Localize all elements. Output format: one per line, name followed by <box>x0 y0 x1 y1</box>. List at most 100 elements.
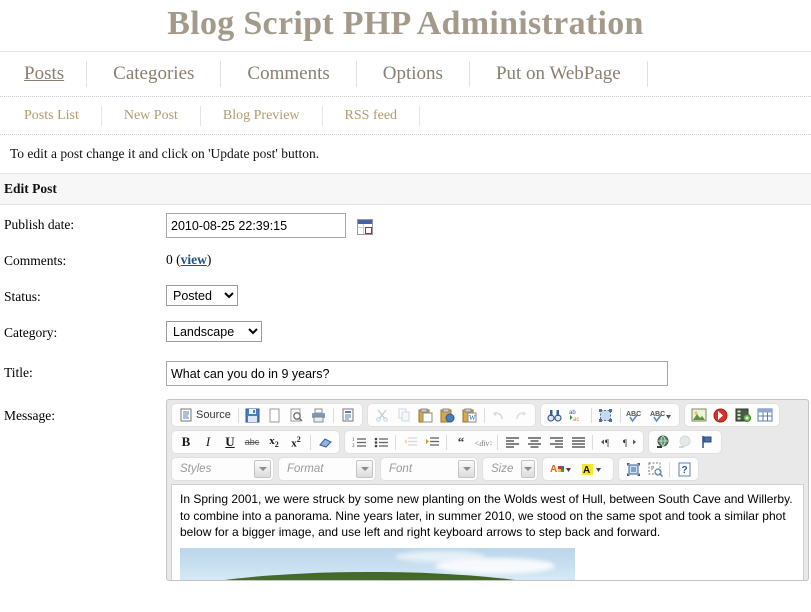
align-center-icon[interactable] <box>523 432 545 452</box>
subnav-item-posts-list[interactable]: Posts List <box>18 105 102 126</box>
toolbar-group-links <box>648 430 722 454</box>
text-direction-rtl-icon[interactable]: ¶ <box>618 432 640 452</box>
text-direction-ltr-icon[interactable]: ¶ <box>596 432 618 452</box>
eraser-icon[interactable] <box>314 432 336 452</box>
paste-text-icon[interactable] <box>437 405 459 425</box>
subnav-item-rss-feed[interactable]: RSS feed <box>323 105 421 126</box>
image-icon[interactable] <box>688 405 710 425</box>
link-icon[interactable] <box>652 432 674 452</box>
save-icon[interactable] <box>242 405 264 425</box>
spellcheck-icon[interactable]: ABC <box>624 405 646 425</box>
svg-text:ABC: ABC <box>650 411 665 418</box>
editor-paragraph-line-1: In Spring 2001, we were struck by some n… <box>180 492 793 506</box>
subnav-item-blog-preview[interactable]: Blog Preview <box>201 105 323 126</box>
toolbar-group-tools: P ? <box>618 457 699 481</box>
underline-label: U <box>225 434 235 449</box>
editor-inline-photo[interactable] <box>180 547 575 580</box>
post-title-input[interactable] <box>166 361 668 386</box>
align-left-icon[interactable] <box>501 432 523 452</box>
svg-text:?: ? <box>681 465 687 476</box>
page-title: Blog Script PHP Administration <box>167 5 644 42</box>
media-icon[interactable] <box>732 405 754 425</box>
bg-color-icon[interactable]: A <box>578 459 610 479</box>
flash-icon[interactable] <box>710 405 732 425</box>
styles-dropdown-label: Styles <box>180 463 212 475</box>
status-label: Status: <box>4 289 41 304</box>
chevron-down-icon <box>521 460 535 478</box>
toolbar-separator <box>497 434 498 450</box>
svg-text:<div>: <div> <box>474 439 492 448</box>
copy-icon[interactable] <box>393 405 415 425</box>
paste-word-icon[interactable]: W <box>459 405 481 425</box>
show-blocks-icon[interactable]: P <box>644 459 666 479</box>
toolbar-group-editing: ab ac ABC ABC <box>539 403 680 427</box>
nav-item-posts[interactable]: Posts <box>18 61 88 87</box>
editor-toolbar-row-1: Source W ab ac ABC ABC <box>171 403 804 427</box>
editor-toolbar-row-3: Styles Format Font Size A A P ? <box>171 457 804 481</box>
toolbar-separator <box>619 407 621 423</box>
comments-count: 0 <box>166 252 173 267</box>
select-all-icon[interactable] <box>595 405 617 425</box>
new-page-icon[interactable] <box>264 405 286 425</box>
chevron-down-icon <box>458 460 475 478</box>
binoculars-icon[interactable] <box>544 405 566 425</box>
size-dropdown[interactable]: Size <box>482 457 538 481</box>
subscript-icon[interactable]: x2 <box>263 432 285 452</box>
preview-icon[interactable] <box>286 405 308 425</box>
nav-item-options[interactable]: Options <box>357 61 470 87</box>
blockquote-icon[interactable]: “ <box>450 432 472 452</box>
strikethrough-icon[interactable]: abc <box>241 432 263 452</box>
align-justify-icon[interactable] <box>567 432 589 452</box>
svg-text:ab: ab <box>569 410 576 416</box>
italic-label: I <box>205 434 211 449</box>
italic-icon[interactable]: I <box>197 432 219 452</box>
publish-date-input[interactable] <box>166 213 346 238</box>
edit-post-form: Publish date: Comments: 0 (view) Status:… <box>0 205 811 581</box>
maximize-icon[interactable] <box>622 459 644 479</box>
font-dropdown[interactable]: Font <box>380 457 478 481</box>
comments-view-link[interactable]: view <box>181 252 207 267</box>
nav-item-categories[interactable]: Categories <box>87 61 222 87</box>
anchor-flag-icon[interactable] <box>696 432 718 452</box>
editor-paragraph-line-3: below for a bigger image, and use left a… <box>180 525 661 539</box>
bulleted-list-icon[interactable] <box>370 432 392 452</box>
scissors-icon[interactable] <box>371 405 393 425</box>
status-select[interactable]: Posted <box>166 285 238 306</box>
nav-item-put-on-webpage[interactable]: Put on WebPage <box>470 61 648 87</box>
paste-icon[interactable] <box>415 405 437 425</box>
svg-text:ac: ac <box>573 417 579 423</box>
category-select[interactable]: Landscape <box>166 321 262 342</box>
scayt-icon[interactable]: ABC <box>646 405 676 425</box>
toolbar-group-document: Source <box>171 403 363 427</box>
format-dropdown[interactable]: Format <box>278 457 376 481</box>
numbered-list-icon[interactable]: 13 <box>348 432 370 452</box>
unlink-icon[interactable] <box>674 432 696 452</box>
form-row-message: Message: Source W ab ac ABC ABC B I U ab… <box>0 399 811 581</box>
superscript-icon[interactable]: x2 <box>285 432 307 452</box>
message-label: Message: <box>4 408 55 423</box>
redo-icon[interactable] <box>510 405 532 425</box>
undo-icon[interactable] <box>488 405 510 425</box>
svg-text:ABC: ABC <box>626 411 641 418</box>
underline-icon[interactable]: U <box>219 432 241 452</box>
outdent-icon[interactable] <box>399 432 421 452</box>
strike-label: abc <box>244 437 260 447</box>
source-button[interactable]: Source <box>175 405 235 425</box>
create-div-icon[interactable]: <div> <box>472 432 494 452</box>
editor-content-area[interactable]: In Spring 2001, we were struck by some n… <box>171 484 804 580</box>
nav-item-comments[interactable]: Comments <box>221 61 357 87</box>
text-color-icon[interactable]: A <box>546 459 578 479</box>
about-icon[interactable]: ? <box>673 459 695 479</box>
toolbar-separator <box>446 434 447 450</box>
print-icon[interactable] <box>308 405 330 425</box>
styles-dropdown[interactable]: Styles <box>171 457 274 481</box>
calendar-icon[interactable] <box>357 218 373 235</box>
title-label: Title: <box>4 365 33 380</box>
align-right-icon[interactable] <box>545 432 567 452</box>
replace-icon[interactable]: ab ac <box>566 405 588 425</box>
subnav-item-new-post[interactable]: New Post <box>102 105 201 126</box>
bold-icon[interactable]: B <box>175 432 197 452</box>
templates-icon[interactable] <box>337 405 359 425</box>
table-icon[interactable] <box>754 405 776 425</box>
indent-icon[interactable] <box>421 432 443 452</box>
